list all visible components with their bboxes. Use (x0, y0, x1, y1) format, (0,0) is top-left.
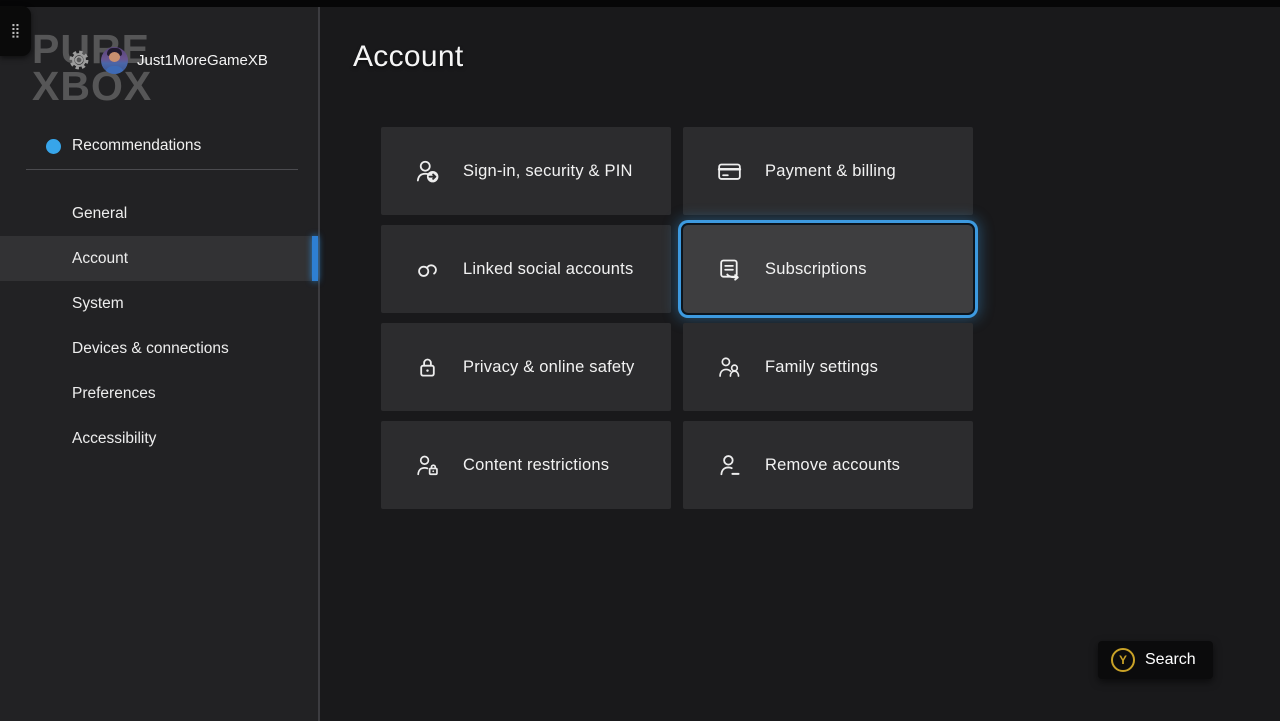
tile-label: Content restrictions (463, 456, 609, 475)
search-label: Search (1145, 651, 1196, 669)
person-remove-icon (716, 452, 743, 479)
recommendations-label: Recommendations (72, 137, 201, 155)
sidebar-item-label: Preferences (72, 385, 156, 403)
sidebar-item-devices-connections[interactable]: Devices & connections (0, 326, 318, 371)
tile-label: Family settings (765, 358, 878, 377)
search-button[interactable]: Y Search (1098, 641, 1213, 679)
sidebar-item-recommendations[interactable]: Recommendations (46, 137, 201, 155)
sidebar-item-accessibility[interactable]: Accessibility (0, 416, 318, 461)
credit-card-icon (716, 158, 743, 185)
overlay-handle[interactable]: ⣿ (0, 6, 31, 56)
controller-y-button-icon: Y (1111, 648, 1135, 672)
sidebar-item-general[interactable]: General (0, 191, 318, 236)
person-arrow-icon (414, 158, 441, 185)
tile-label: Privacy & online safety (463, 358, 635, 377)
tile-linked-social-accounts[interactable]: Linked social accounts (381, 225, 671, 313)
gamertag-label: Just1MoreGameXB (137, 52, 268, 69)
notification-dot-icon (46, 139, 61, 154)
gear-icon (66, 47, 92, 73)
settings-sidebar: PURE XBOX Just1MoreGameXB Recommendation… (0, 7, 320, 721)
tile-sign-in-security-pin[interactable]: Sign-in, security & PIN (381, 127, 671, 215)
top-letterbox-bar (0, 0, 1280, 7)
lock-icon (414, 354, 441, 381)
sidebar-item-preferences[interactable]: Preferences (0, 371, 318, 416)
tile-label: Sign-in, security & PIN (463, 162, 633, 181)
sidebar-item-label: Account (72, 250, 128, 268)
selected-accent-bar (312, 236, 318, 281)
xbox-settings-screen: PURE XBOX Just1MoreGameXB Recommendation… (0, 0, 1280, 721)
person-lock-icon (414, 452, 441, 479)
sidebar-divider (26, 169, 298, 170)
tile-family-settings[interactable]: Family settings (683, 323, 973, 411)
tile-subscriptions[interactable]: Subscriptions (683, 225, 973, 313)
tile-label: Remove accounts (765, 456, 900, 475)
tile-remove-accounts[interactable]: Remove accounts (683, 421, 973, 509)
tile-label: Payment & billing (765, 162, 896, 181)
sidebar-item-label: Accessibility (72, 430, 156, 448)
page-title: Account (353, 40, 464, 74)
sidebar-menu: General Account System Devices & connect… (0, 191, 318, 461)
drag-handle-icon: ⣿ (10, 24, 20, 38)
sidebar-item-account[interactable]: Account (0, 236, 318, 281)
tile-content-restrictions[interactable]: Content restrictions (381, 421, 671, 509)
tile-label: Subscriptions (765, 260, 867, 279)
sidebar-item-label: Devices & connections (72, 340, 229, 358)
tile-label: Linked social accounts (463, 260, 633, 279)
link-icon (414, 256, 441, 283)
subscriptions-icon (716, 256, 743, 283)
family-icon (716, 354, 743, 381)
sidebar-item-label: General (72, 205, 127, 223)
tile-payment-billing[interactable]: Payment & billing (683, 127, 973, 215)
sidebar-item-system[interactable]: System (0, 281, 318, 326)
tile-privacy-online-safety[interactable]: Privacy & online safety (381, 323, 671, 411)
profile-row[interactable]: Just1MoreGameXB (66, 44, 268, 76)
avatar[interactable] (101, 47, 128, 74)
account-tile-grid: Sign-in, security & PIN Payment & billin… (381, 127, 973, 509)
sidebar-item-label: System (72, 295, 124, 313)
